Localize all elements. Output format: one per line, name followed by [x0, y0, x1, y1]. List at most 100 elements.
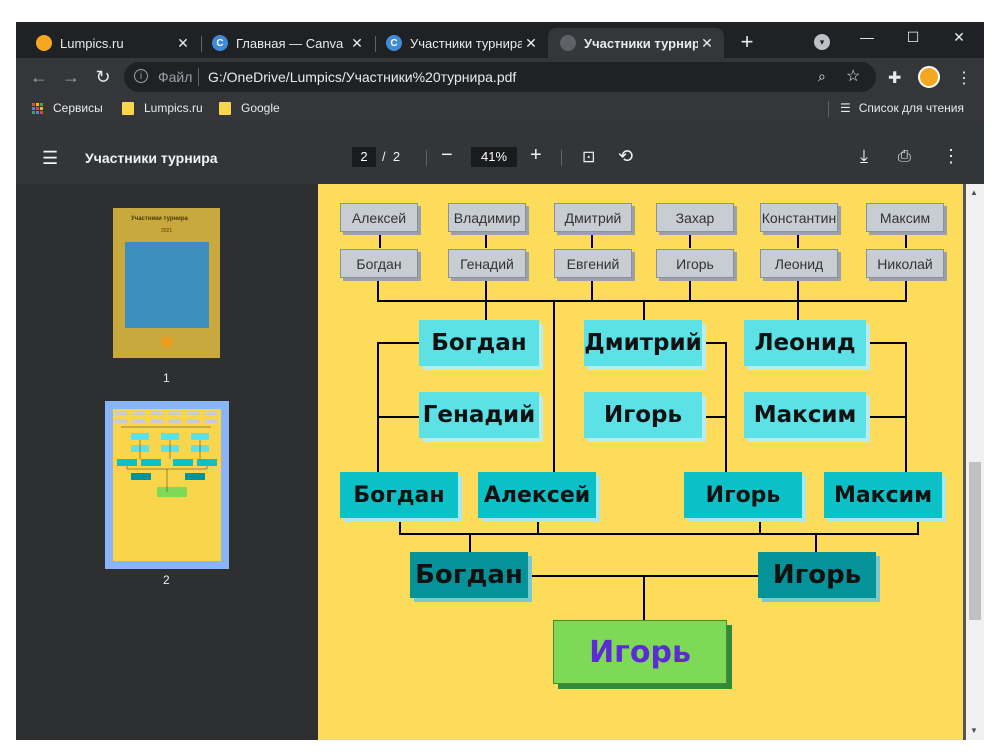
- bookmark-label: Lumpics.ru: [144, 101, 203, 115]
- tab-label: Участники турнира: [410, 35, 522, 51]
- print-icon[interactable]: ⎙: [898, 148, 911, 166]
- final-player: Игорь: [758, 552, 876, 598]
- round3-player: Алексей: [478, 472, 596, 518]
- tab-canva-home[interactable]: C Главная — Canva ✕: [200, 28, 374, 58]
- close-window-button[interactable]: ✕: [936, 22, 982, 52]
- bookmark-star-icon[interactable]: ☆: [846, 66, 860, 86]
- reload-button[interactable]: ↻: [90, 64, 116, 90]
- forward-button[interactable]: →: [58, 64, 84, 90]
- thumbnail-page: [113, 409, 221, 561]
- scroll-down-arrow-icon[interactable]: ▼: [970, 726, 978, 735]
- zoom-icon[interactable]: ⌕: [818, 68, 826, 85]
- omnibox-separator: [198, 68, 199, 86]
- vertical-scrollbar[interactable]: ▲ ▼: [966, 184, 984, 740]
- scroll-up-arrow-icon[interactable]: ▲: [970, 188, 978, 197]
- thumbnail-page-number: 2: [163, 573, 170, 587]
- pdf-toolbar-gap: [16, 122, 984, 134]
- page-separator: /: [382, 149, 386, 164]
- close-tab-icon[interactable]: ✕: [348, 35, 366, 52]
- menu-icon[interactable]: ☰: [42, 148, 58, 169]
- reading-list-label: Список для чтения: [858, 101, 964, 115]
- round1-player: Алексей: [340, 203, 418, 232]
- round1-player: Богдан: [340, 249, 418, 278]
- orange-icon: [161, 336, 173, 348]
- round2-player: Дмитрий: [584, 320, 702, 366]
- thumbnail-bracket-preview: [115, 411, 217, 497]
- bookmark-lumpics[interactable]: Lumpics.ru: [122, 101, 203, 115]
- new-tab-button[interactable]: +: [734, 30, 760, 56]
- round1-player: Владимир: [448, 203, 526, 232]
- round3-player: Максим: [824, 472, 942, 518]
- round1-player: Захар: [656, 203, 734, 232]
- more-menu-icon[interactable]: ⋮: [956, 68, 972, 88]
- zoom-out-icon[interactable]: −: [441, 144, 453, 167]
- tab-pdf-participants[interactable]: Участники турнира ✕: [548, 28, 724, 58]
- browser-window: Lumpics.ru ✕ C Главная — Canva ✕ C Участ…: [16, 22, 984, 740]
- final-player: Богдан: [410, 552, 528, 598]
- zoom-level-input[interactable]: 41%: [471, 147, 517, 167]
- bookmark-google[interactable]: Google: [219, 101, 280, 115]
- url-text[interactable]: G:/OneDrive/Lumpics/Участники%20турнира.…: [208, 69, 516, 85]
- apps-grid-icon: [32, 102, 43, 114]
- zoom-in-icon[interactable]: +: [530, 144, 542, 167]
- minimize-button[interactable]: —: [844, 22, 890, 52]
- total-pages: 2: [392, 149, 401, 164]
- round2-player: Генадий: [419, 392, 539, 438]
- scrollbar-thumb[interactable]: [969, 462, 981, 620]
- thumbnail-sidebar: Участники турнира 2021 1 2: [16, 184, 318, 740]
- bookmark-services[interactable]: Сервисы: [32, 101, 103, 115]
- page-total: / 2: [382, 149, 400, 164]
- browser-toolbar: ← → ↻ i Файл G:/OneDrive/Lumpics/Участни…: [16, 58, 984, 96]
- reading-list-button[interactable]: ☰ Список для чтения: [840, 101, 964, 115]
- page-thumbnail-2[interactable]: [105, 401, 229, 569]
- canva-icon: C: [212, 35, 228, 51]
- thumbnail-list: [125, 242, 209, 328]
- thumbnail-page-number: 1: [163, 371, 170, 385]
- round2-player: Игорь: [584, 392, 702, 438]
- info-icon[interactable]: i: [134, 69, 148, 83]
- bookmark-label: Сервисы: [53, 101, 103, 115]
- download-icon[interactable]: ⤓: [860, 146, 868, 167]
- round3-player: Богдан: [340, 472, 458, 518]
- tab-strip: Lumpics.ru ✕ C Главная — Canva ✕ C Участ…: [16, 22, 984, 58]
- close-tab-icon[interactable]: ✕: [698, 35, 716, 52]
- round2-player: Максим: [744, 392, 866, 438]
- pdf-page: Алексей Богдан Владимир Генадий Дмитрий …: [318, 184, 963, 740]
- extensions-icon[interactable]: ✚: [888, 68, 901, 88]
- address-bar[interactable]: i Файл G:/OneDrive/Lumpics/Участники%20т…: [124, 62, 876, 92]
- page-number-input[interactable]: 2: [352, 147, 376, 167]
- round1-player: Игорь: [656, 249, 734, 278]
- profile-avatar[interactable]: [918, 66, 940, 88]
- page-thumbnail-1[interactable]: Участники турнира 2021: [113, 208, 220, 358]
- tab-search-icon[interactable]: ▾: [814, 34, 830, 50]
- toolbar-separator: [561, 150, 562, 166]
- back-button[interactable]: ←: [26, 64, 52, 90]
- close-tab-icon[interactable]: ✕: [522, 35, 540, 52]
- tab-canva-participants[interactable]: C Участники турнира ✕: [374, 28, 548, 58]
- tab-label: Главная — Canva: [236, 35, 344, 51]
- round1-player: Константин: [760, 203, 838, 232]
- close-tab-icon[interactable]: ✕: [174, 35, 192, 52]
- bookmark-separator: [828, 101, 829, 117]
- toolbar-separator: [426, 150, 427, 166]
- bookmark-label: Google: [241, 101, 280, 115]
- pdf-viewport[interactable]: Алексей Богдан Владимир Генадий Дмитрий …: [318, 184, 966, 740]
- pdf-toolbar: ☰ Участники турнира 2 / 2 − 41% + ⊡ ⟲ ⤓ …: [16, 134, 984, 184]
- globe-icon: [560, 35, 576, 51]
- bookmarks-bar: Сервисы Lumpics.ru Google ☰ Список для ч…: [16, 96, 984, 122]
- maximize-button[interactable]: ☐: [890, 22, 936, 52]
- winner-box: Игорь: [553, 620, 727, 684]
- thumbnail-subtitle: 2021: [161, 228, 173, 234]
- folder-icon: [122, 101, 134, 115]
- rotate-icon[interactable]: ⟲: [618, 146, 633, 167]
- folder-icon: [219, 101, 231, 115]
- round2-player: Леонид: [744, 320, 866, 366]
- round3-player: Игорь: [684, 472, 802, 518]
- reading-list-icon: ☰: [840, 101, 851, 115]
- fit-page-icon[interactable]: ⊡: [582, 147, 595, 167]
- tab-lumpics[interactable]: Lumpics.ru ✕: [24, 28, 200, 58]
- canva-icon: C: [386, 35, 402, 51]
- more-options-icon[interactable]: ⋮: [942, 146, 960, 167]
- round1-player: Максим: [866, 203, 944, 232]
- round1-player: Леонид: [760, 249, 838, 278]
